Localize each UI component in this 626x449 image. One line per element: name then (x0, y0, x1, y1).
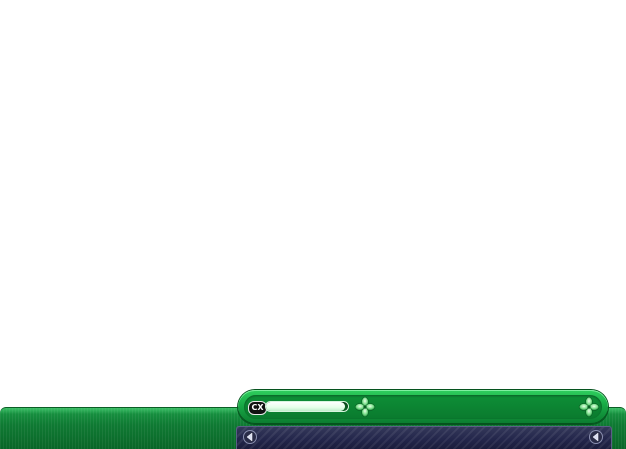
arrow-left-icon[interactable] (589, 430, 603, 444)
four-leaf-clover-icon (354, 396, 376, 418)
cx-gauge-label: CX (248, 401, 267, 415)
bottom-panel (236, 426, 612, 449)
cx-gauge-fill (266, 402, 345, 411)
four-leaf-clover-icon (578, 396, 600, 418)
arrow-left-icon[interactable] (243, 430, 257, 444)
cx-gauge (266, 402, 348, 411)
